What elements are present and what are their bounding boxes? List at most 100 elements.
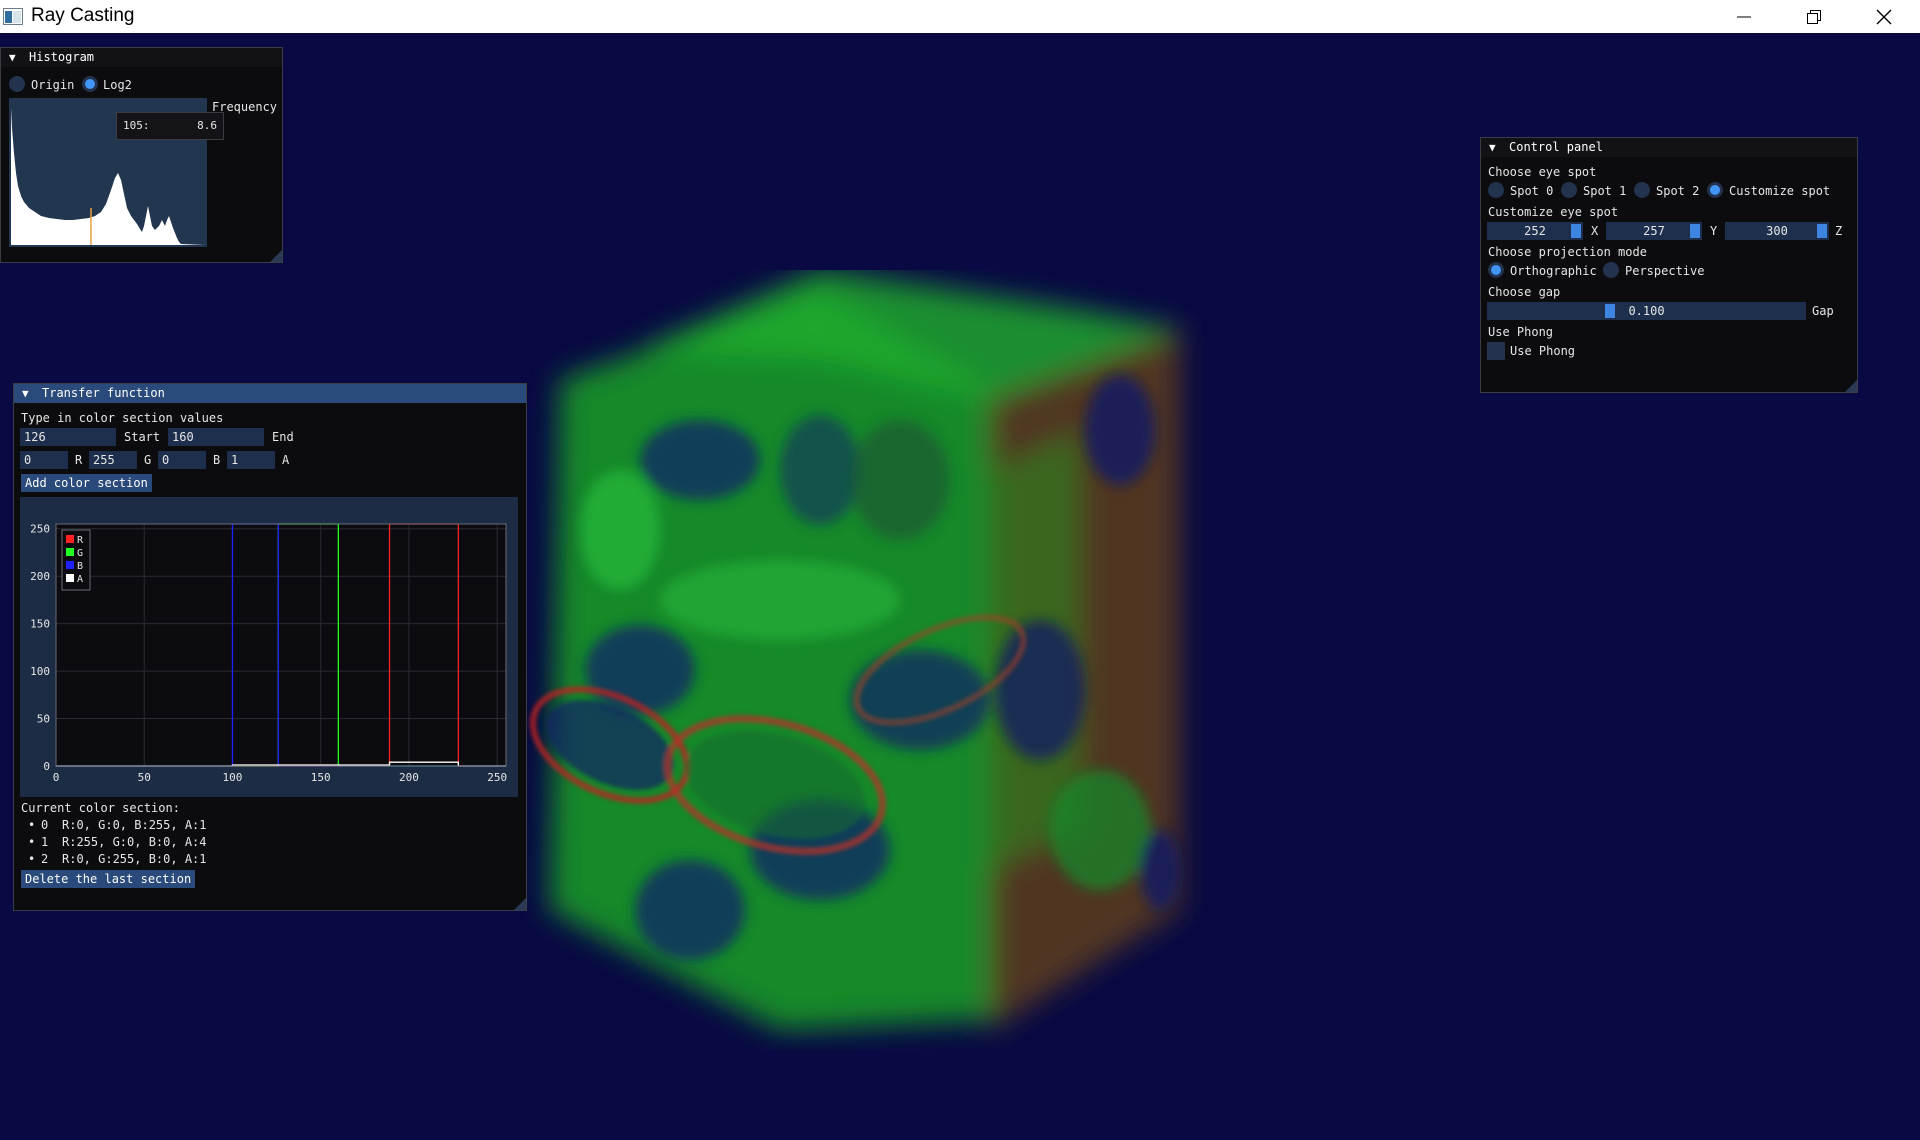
eye-x-handle[interactable] [1571, 224, 1581, 238]
control-title: Control panel [1509, 140, 1603, 154]
minimize-icon [1737, 16, 1751, 18]
gap-slider[interactable]: 0.100 [1487, 302, 1806, 320]
collapse-icon[interactable]: ▼ [22, 384, 32, 403]
x-tick-label: 50 [138, 771, 151, 784]
legend-label[interactable]: G [77, 548, 83, 559]
use-phong-label: Use Phong [1510, 344, 1576, 358]
title-bar: Ray Casting [0, 0, 1920, 33]
minimize-button[interactable] [1709, 0, 1779, 33]
g-label: G [144, 453, 152, 467]
x-tick-label: 100 [223, 771, 243, 784]
app-icon [3, 8, 23, 25]
tooltip-key: 105: [123, 119, 150, 132]
restore-button[interactable] [1779, 0, 1849, 33]
x-tick-label: 200 [399, 771, 419, 784]
resize-grip[interactable] [1845, 380, 1857, 392]
collapse-icon[interactable]: ▼ [1489, 138, 1499, 157]
volume-render[interactable] [520, 270, 1360, 1050]
a-input[interactable]: 1 [227, 451, 275, 469]
histogram-title-bar[interactable]: ▼ Histogram [1, 48, 282, 67]
a-label: A [282, 453, 290, 467]
legend-swatch [66, 561, 74, 569]
start-label: Start [124, 430, 161, 444]
eye-z-value: 300 [1766, 224, 1788, 238]
histogram-window[interactable]: ▼ Histogram Origin Log2 Frequency 105: 8.… [0, 47, 283, 263]
customize-spot-radio[interactable] [1707, 182, 1723, 198]
customize-spot-label: Customize spot [1729, 184, 1831, 198]
eye-x-value: 252 [1524, 224, 1546, 238]
legend-label[interactable]: R [77, 535, 84, 546]
legend-swatch [66, 535, 74, 543]
section-text: R:255, G:0, B:0, A:4 [62, 835, 207, 849]
eye-y-slider[interactable]: 257 [1606, 222, 1702, 240]
eye-y-value: 257 [1643, 224, 1665, 238]
histogram-title: Histogram [29, 50, 95, 64]
spot-2-label: Spot 2 [1656, 184, 1700, 198]
end-input[interactable]: 160 [168, 428, 264, 446]
spot-0-label: Spot 0 [1510, 184, 1554, 198]
b-input[interactable]: 0 [158, 451, 206, 469]
gap-section-label: Choose gap [1488, 285, 1561, 299]
window-title: Ray Casting [31, 5, 135, 26]
transfer-title-bar[interactable]: ▼ Transfer function [14, 384, 526, 403]
legend-label[interactable]: A [77, 574, 83, 585]
transfer-function-window[interactable]: ▼ Transfer function Type in color section… [13, 383, 527, 911]
perspective-radio[interactable] [1603, 262, 1619, 278]
orthographic-label: Orthographic [1510, 264, 1597, 278]
control-title-bar[interactable]: ▼ Control panel [1481, 138, 1857, 157]
y-tick-label: 50 [37, 713, 50, 726]
y-tick-label: 150 [30, 618, 50, 631]
eye-y-handle[interactable] [1690, 224, 1700, 238]
orthographic-radio[interactable] [1488, 262, 1504, 278]
x-tick-label: 0 [53, 771, 60, 784]
r-input[interactable]: 0 [20, 451, 68, 469]
projection-label: Choose projection mode [1488, 245, 1647, 259]
close-button[interactable] [1849, 0, 1919, 33]
current-section-label: Current color section: [21, 801, 180, 815]
bullet-icon: • [28, 818, 36, 832]
legend-label[interactable]: B [77, 561, 83, 572]
origin-radio[interactable] [9, 76, 25, 92]
delete-last-section-button[interactable]: Delete the last section [21, 870, 196, 888]
bullet-icon: • [28, 852, 36, 866]
phong-section-label: Use Phong [1488, 325, 1554, 339]
eye-y-label: Y [1710, 224, 1718, 238]
eye-z-label: Z [1835, 224, 1843, 238]
start-input[interactable]: 126 [20, 428, 116, 446]
gap-label: Gap [1812, 304, 1834, 318]
close-icon [1876, 9, 1892, 25]
r-label: R [75, 453, 83, 467]
resize-grip[interactable] [514, 898, 526, 910]
spot-0-radio[interactable] [1488, 182, 1504, 198]
control-panel-window[interactable]: ▼ Control panel Choose eye spot Spot 0 Sp… [1480, 137, 1858, 393]
gap-handle[interactable] [1604, 304, 1615, 318]
bullet-icon: • [28, 835, 36, 849]
resize-grip[interactable] [270, 250, 282, 262]
y-tick-label: 250 [30, 523, 50, 536]
section-index: 2 [41, 852, 49, 866]
section-text: R:0, G:0, B:255, A:1 [62, 818, 207, 832]
collapse-icon[interactable]: ▼ [9, 48, 19, 67]
end-label: End [272, 430, 294, 444]
eye-x-label: X [1591, 224, 1599, 238]
eye-spot-label: Choose eye spot [1488, 165, 1597, 179]
eye-x-slider[interactable]: 252 [1487, 222, 1583, 240]
gap-value: 0.100 [1628, 304, 1665, 318]
transfer-function-chart[interactable]: 0 50 100 150 200 250 250 200 150 100 50 0 RGBA [20, 497, 518, 797]
x-tick-label: 250 [487, 771, 507, 784]
g-input[interactable]: 255 [89, 451, 137, 469]
legend-swatch [66, 548, 74, 556]
spot-1-radio[interactable] [1561, 182, 1577, 198]
eye-z-slider[interactable]: 300 [1725, 222, 1829, 240]
log2-label: Log2 [103, 78, 132, 92]
color-section-prompt: Type in color section values [21, 411, 224, 425]
section-text: R:0, G:255, B:0, A:1 [62, 852, 207, 866]
eye-z-handle[interactable] [1817, 224, 1827, 238]
add-color-section-button[interactable]: Add color section [21, 474, 152, 492]
spot-2-radio[interactable] [1634, 182, 1650, 198]
perspective-label: Perspective [1625, 264, 1705, 278]
b-label: B [213, 453, 221, 467]
use-phong-checkbox[interactable] [1487, 342, 1505, 360]
plot-area [56, 524, 506, 766]
log2-radio[interactable] [82, 76, 98, 92]
